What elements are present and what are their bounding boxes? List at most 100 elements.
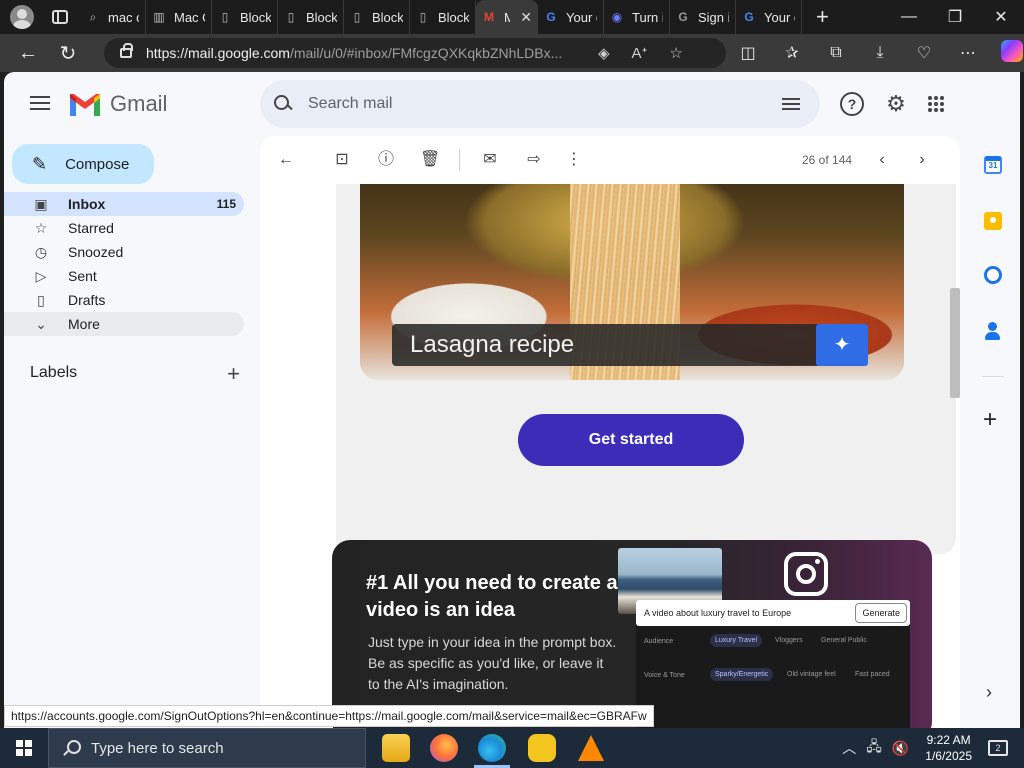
tab-title: Mac O: [174, 9, 205, 25]
gmail-app: Gmail ? ⚙ T ✎ Compose ▣ Inbox 115 ☆ Star…: [4, 72, 1020, 732]
browser-tab[interactable]: ▯ Blocke: [212, 0, 278, 34]
more-options-icon[interactable]: ⋯: [946, 43, 990, 63]
volume-muted-icon[interactable]: 🔇: [892, 740, 909, 757]
help-icon[interactable]: ?: [840, 92, 864, 116]
windows-start-icon[interactable]: [16, 740, 32, 756]
search-bar[interactable]: [260, 80, 820, 128]
notification-center-icon[interactable]: 2: [988, 740, 1008, 756]
search-icon[interactable]: [274, 95, 292, 113]
email-view: ← ⊡ ⓘ 🗑 ✉ ⇨ ⋮ 26 of 144 ‹ › Lasagna reci…: [260, 136, 960, 732]
taskbar-search-box[interactable]: Type here to search: [48, 728, 366, 768]
nav-item-drafts[interactable]: ▯ Drafts: [4, 288, 244, 312]
pencil-icon: ✎: [32, 153, 48, 174]
gmail-logo-text[interactable]: Gmail: [110, 91, 167, 117]
newer-chevron-icon[interactable]: ‹: [872, 150, 892, 170]
browser-tab[interactable]: ⌕ mac o: [80, 0, 146, 34]
search-input[interactable]: [308, 95, 748, 113]
tab-actions-icon[interactable]: [52, 10, 68, 24]
collections-icon[interactable]: ⧉: [814, 44, 858, 62]
eye-icon[interactable]: ◈: [598, 44, 610, 62]
url-path: /mail/u/0/#inbox/FMfcgzQXKqkbZNhLDBx...: [289, 45, 563, 61]
split-screen-icon[interactable]: ◫: [726, 43, 770, 63]
favorite-star-icon[interactable]: ☆: [669, 44, 682, 62]
search-options-icon[interactable]: [782, 96, 800, 112]
keep-icon[interactable]: [984, 212, 1002, 230]
browser-tab[interactable]: ▯ Blocke: [278, 0, 344, 34]
browser-tab[interactable]: G Your c: [736, 0, 802, 34]
downloads-icon[interactable]: ⤓: [858, 44, 902, 62]
firefox-icon[interactable]: [430, 734, 458, 762]
close-window-icon[interactable]: ✕: [978, 7, 1024, 27]
compose-button[interactable]: ✎ Compose: [12, 144, 154, 184]
browser-tab[interactable]: G Sign i: [670, 0, 736, 34]
mock-chip: Fast paced: [855, 671, 890, 678]
nav-item-snoozed[interactable]: ◷ Snoozed: [4, 240, 244, 264]
vlc-icon[interactable]: [578, 735, 604, 761]
compose-label: Compose: [65, 155, 130, 173]
file-explorer-icon[interactable]: [382, 734, 410, 762]
move-to-icon[interactable]: ⇨: [524, 150, 544, 170]
nav-item-inbox[interactable]: ▣ Inbox 115: [4, 192, 244, 216]
gmail-logo-icon[interactable]: [68, 92, 102, 118]
read-aloud-icon[interactable]: Aᐩ: [632, 44, 648, 62]
left-navigation: ▣ Inbox 115 ☆ Starred ◷ Snoozed ▷ Sent ▯…: [4, 192, 244, 336]
page-icon: ▯: [287, 10, 295, 24]
labels-section: Labels +: [30, 361, 240, 386]
older-chevron-icon[interactable]: ›: [912, 150, 932, 170]
browser-tab[interactable]: G Your c: [538, 0, 604, 34]
tasks-icon[interactable]: [984, 266, 1002, 284]
gear-icon[interactable]: ⚙: [884, 92, 908, 116]
refresh-icon[interactable]: ↻: [48, 41, 88, 66]
favorites-icon[interactable]: ✰: [770, 43, 814, 63]
mock-chip: General Public: [821, 637, 867, 644]
taskbar-clock[interactable]: 9:22 AM 1/6/2025: [925, 732, 972, 764]
archive-icon[interactable]: ⊡: [332, 150, 352, 170]
browser-tab[interactable]: ◉ Turn i: [604, 0, 670, 34]
delete-icon[interactable]: 🗑: [420, 150, 440, 170]
promo-title: #1 All you need to create a video is an …: [366, 572, 618, 621]
nav-label: Snoozed: [68, 244, 124, 260]
browser-tab[interactable]: ▥ Mac O: [146, 0, 212, 34]
unread-count: 115: [216, 197, 236, 211]
windows-taskbar: Type here to search ︿ 🖧 🔇 9:22 AM 1/6/20…: [0, 728, 1024, 768]
get-started-button[interactable]: Get started: [518, 414, 744, 466]
tab-title: Your c: [566, 9, 597, 25]
calendar-icon[interactable]: 31: [984, 156, 1002, 174]
browser-tab[interactable]: ▯ Blocke: [410, 0, 476, 34]
tab-title: Blocke: [240, 9, 271, 25]
profile-avatar-icon[interactable]: [10, 5, 34, 29]
contacts-icon[interactable]: [984, 322, 1002, 340]
mock-row-label: Audience: [644, 638, 674, 645]
email-scrollbar-thumb[interactable]: [950, 288, 960, 398]
back-arrow-icon[interactable]: ←: [8, 42, 48, 65]
copilot-icon[interactable]: [990, 39, 1024, 67]
maximize-icon[interactable]: ❐: [932, 7, 978, 27]
edge-icon[interactable]: [478, 734, 506, 762]
browser-tab-active[interactable]: M M ✕: [476, 0, 538, 34]
more-vert-icon[interactable]: ⋮: [564, 150, 584, 170]
back-to-inbox-icon[interactable]: ←: [276, 150, 296, 170]
nav-item-more[interactable]: ⌄ More: [4, 312, 244, 336]
lens-app-icon[interactable]: [528, 734, 556, 762]
network-icon[interactable]: 🖧: [866, 736, 882, 760]
address-bar[interactable]: https://mail.google.com/mail/u/0/#inbox/…: [104, 38, 726, 68]
main-menu-icon[interactable]: [30, 96, 50, 110]
get-addons-plus-icon[interactable]: +: [983, 406, 997, 434]
minimize-icon[interactable]: —: [886, 8, 932, 26]
mark-unread-icon[interactable]: ✉: [480, 150, 500, 170]
nav-label: More: [68, 316, 100, 332]
performance-icon[interactable]: ♡: [902, 43, 946, 63]
nav-item-sent[interactable]: ▷ Sent: [4, 264, 244, 288]
report-spam-icon[interactable]: ⓘ: [376, 150, 396, 170]
tab-title: mac o: [108, 9, 139, 25]
browser-tab[interactable]: ▯ Blocke: [344, 0, 410, 34]
nav-item-starred[interactable]: ☆ Starred: [4, 216, 244, 240]
mock-row-label: Voice & Tone: [644, 672, 685, 679]
new-tab-icon[interactable]: +: [816, 4, 829, 30]
apps-grid-icon[interactable]: [928, 96, 944, 112]
close-tab-icon[interactable]: ✕: [520, 9, 532, 26]
hide-side-panel-chevron-icon[interactable]: ›: [986, 682, 992, 703]
add-label-icon[interactable]: +: [227, 361, 240, 387]
chevron-up-icon[interactable]: ︿: [842, 738, 856, 758]
lock-icon[interactable]: [120, 43, 133, 58]
